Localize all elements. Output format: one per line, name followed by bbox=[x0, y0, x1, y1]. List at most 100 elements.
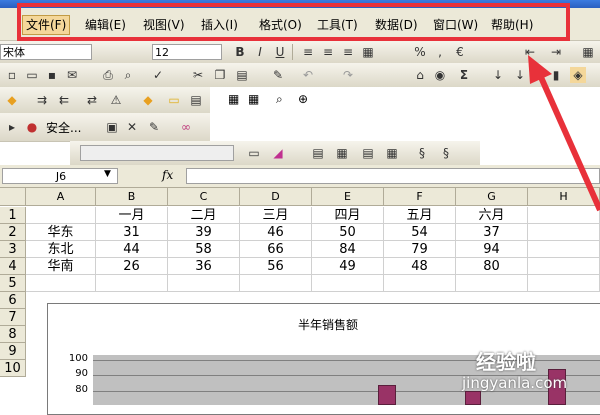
cell-e2[interactable]: 50 bbox=[312, 224, 384, 241]
table-icon-3[interactable]: ▤ bbox=[360, 145, 376, 161]
column-header-f[interactable]: F bbox=[384, 188, 456, 206]
italic-icon[interactable]: I bbox=[252, 44, 268, 60]
cell-e4[interactable]: 49 bbox=[312, 258, 384, 275]
cell-h2[interactable] bbox=[528, 224, 600, 241]
open-folder-icon[interactable]: ▭ bbox=[24, 67, 40, 83]
record-icon[interactable]: ● bbox=[24, 119, 40, 135]
print-icon[interactable]: ⎙ bbox=[100, 67, 116, 83]
cell-g2[interactable]: 37 bbox=[456, 224, 528, 241]
bar-huanan-六月[interactable] bbox=[465, 391, 481, 405]
font-size-combo[interactable]: 12 bbox=[152, 44, 222, 60]
formula-input[interactable] bbox=[186, 168, 600, 184]
cell-c4[interactable]: 36 bbox=[168, 258, 240, 275]
cell-c1[interactable]: 二月 bbox=[168, 207, 240, 224]
cell-d3[interactable]: 66 bbox=[240, 241, 312, 258]
tools-icon[interactable]: ✕ bbox=[124, 119, 140, 135]
trace-precedents-icon[interactable]: ⇉ bbox=[34, 92, 50, 108]
row-header-5[interactable]: 5 bbox=[0, 275, 26, 292]
cell-c3[interactable]: 58 bbox=[168, 241, 240, 258]
row-header-9[interactable]: 9 bbox=[0, 343, 26, 360]
column-header-c[interactable]: C bbox=[168, 188, 240, 206]
cell-a3[interactable]: 东北 bbox=[26, 241, 96, 258]
column-header-h[interactable]: H bbox=[528, 188, 600, 206]
format-painter-icon[interactable]: ✎ bbox=[270, 67, 286, 83]
comment-icon[interactable]: ▤ bbox=[188, 92, 204, 108]
cell-a5[interactable] bbox=[26, 275, 96, 292]
row-header-10[interactable]: 10 bbox=[0, 360, 26, 377]
merge-center-icon[interactable]: ▦ bbox=[360, 44, 376, 60]
save-icon[interactable]: ▪ bbox=[44, 67, 60, 83]
cell-g5[interactable] bbox=[456, 275, 528, 292]
sort-descending-icon[interactable]: ↓ bbox=[512, 67, 528, 83]
increase-indent-icon[interactable]: ⇥ bbox=[548, 44, 564, 60]
autosum-icon[interactable]: Σ bbox=[456, 67, 472, 83]
table-icon-2[interactable]: ▦ bbox=[334, 145, 350, 161]
table-icon-4[interactable]: ▦ bbox=[384, 145, 400, 161]
underline-icon[interactable]: U bbox=[272, 44, 288, 60]
grid-icon-2[interactable]: ▦ bbox=[248, 92, 259, 106]
cell-b4[interactable]: 26 bbox=[96, 258, 168, 275]
decrease-indent-icon[interactable]: ⇤ bbox=[522, 44, 538, 60]
cell-f2[interactable]: 54 bbox=[384, 224, 456, 241]
chart-type-icon[interactable]: ◢ bbox=[270, 145, 286, 161]
cell-e5[interactable] bbox=[312, 275, 384, 292]
row-header-6[interactable]: 6 bbox=[0, 292, 26, 309]
evaluate-icon[interactable]: ⊕ bbox=[298, 92, 308, 106]
name-box-dropdown-icon[interactable]: ▼ bbox=[104, 169, 111, 179]
cell-d5[interactable] bbox=[240, 275, 312, 292]
table-icon[interactable]: ▤ bbox=[310, 145, 326, 161]
row-header-7[interactable]: 7 bbox=[0, 309, 26, 326]
column-header-e[interactable]: E bbox=[312, 188, 384, 206]
row-header-1[interactable]: 1 bbox=[0, 207, 26, 224]
align-center-icon[interactable]: ≡ bbox=[320, 44, 336, 60]
cell-f4[interactable]: 48 bbox=[384, 258, 456, 275]
cut-icon[interactable]: ✂ bbox=[190, 67, 206, 83]
drawing-icon[interactable]: ◈ bbox=[570, 67, 586, 83]
fx-icon[interactable]: fx bbox=[162, 168, 173, 182]
cell-c5[interactable] bbox=[168, 275, 240, 292]
cell-f3[interactable]: 79 bbox=[384, 241, 456, 258]
cell-h5[interactable] bbox=[528, 275, 600, 292]
grid-icon[interactable]: ▦ bbox=[228, 92, 239, 106]
diamond-icon[interactable]: ◆ bbox=[4, 92, 20, 108]
cell-d2[interactable]: 46 bbox=[240, 224, 312, 241]
borders-icon[interactable]: ▦ bbox=[580, 44, 596, 60]
sort-ascending-icon[interactable]: ↓ bbox=[490, 67, 506, 83]
paste-icon[interactable]: ▤ bbox=[234, 67, 250, 83]
permission-icon[interactable]: ✉ bbox=[64, 67, 80, 83]
font-name-combo[interactable]: 宋体 bbox=[0, 44, 92, 60]
cell-b3[interactable]: 44 bbox=[96, 241, 168, 258]
cell-d4[interactable]: 56 bbox=[240, 258, 312, 275]
trace-dependents-icon[interactable]: ⇇ bbox=[56, 92, 72, 108]
cell-e3[interactable]: 84 bbox=[312, 241, 384, 258]
cell-b2[interactable]: 31 bbox=[96, 224, 168, 241]
bar-dongbei-四月[interactable] bbox=[378, 384, 396, 405]
cell-b1[interactable]: 一月 bbox=[96, 207, 168, 224]
row-header-2[interactable]: 2 bbox=[0, 224, 26, 241]
currency-icon[interactable]: € bbox=[452, 44, 468, 60]
style-combo[interactable] bbox=[80, 145, 234, 161]
undo-icon[interactable]: ↶ bbox=[300, 67, 316, 83]
cell-f1[interactable]: 五月 bbox=[384, 207, 456, 224]
watch-icon[interactable]: ⌕ bbox=[276, 92, 283, 107]
error-check-icon[interactable]: ⚠ bbox=[108, 92, 124, 108]
insert-hyperlink-icon[interactable]: ⌂ bbox=[412, 67, 428, 83]
image-icon[interactable]: ▭ bbox=[246, 145, 262, 161]
cell-g4[interactable]: 80 bbox=[456, 258, 528, 275]
cell-g3[interactable]: 94 bbox=[456, 241, 528, 258]
design-mode-icon[interactable]: ✎ bbox=[146, 119, 162, 135]
select-all-corner[interactable] bbox=[0, 188, 26, 206]
cell-f5[interactable] bbox=[384, 275, 456, 292]
cell-h4[interactable] bbox=[528, 258, 600, 275]
link-icon[interactable]: ∞ bbox=[178, 119, 194, 135]
cell-c2[interactable]: 39 bbox=[168, 224, 240, 241]
align-left-icon[interactable]: ≡ bbox=[300, 44, 316, 60]
circle-invalid-icon[interactable]: ◆ bbox=[140, 92, 156, 108]
folder-icon[interactable]: ▭ bbox=[166, 92, 182, 108]
column-header-d[interactable]: D bbox=[240, 188, 312, 206]
row-header-4[interactable]: 4 bbox=[0, 258, 26, 275]
column-header-b[interactable]: B bbox=[96, 188, 168, 206]
chart-wizard-icon[interactable]: ▮ bbox=[548, 67, 564, 83]
visual-basic-icon[interactable]: ▣ bbox=[104, 119, 120, 135]
cell-a4[interactable]: 华南 bbox=[26, 258, 96, 275]
